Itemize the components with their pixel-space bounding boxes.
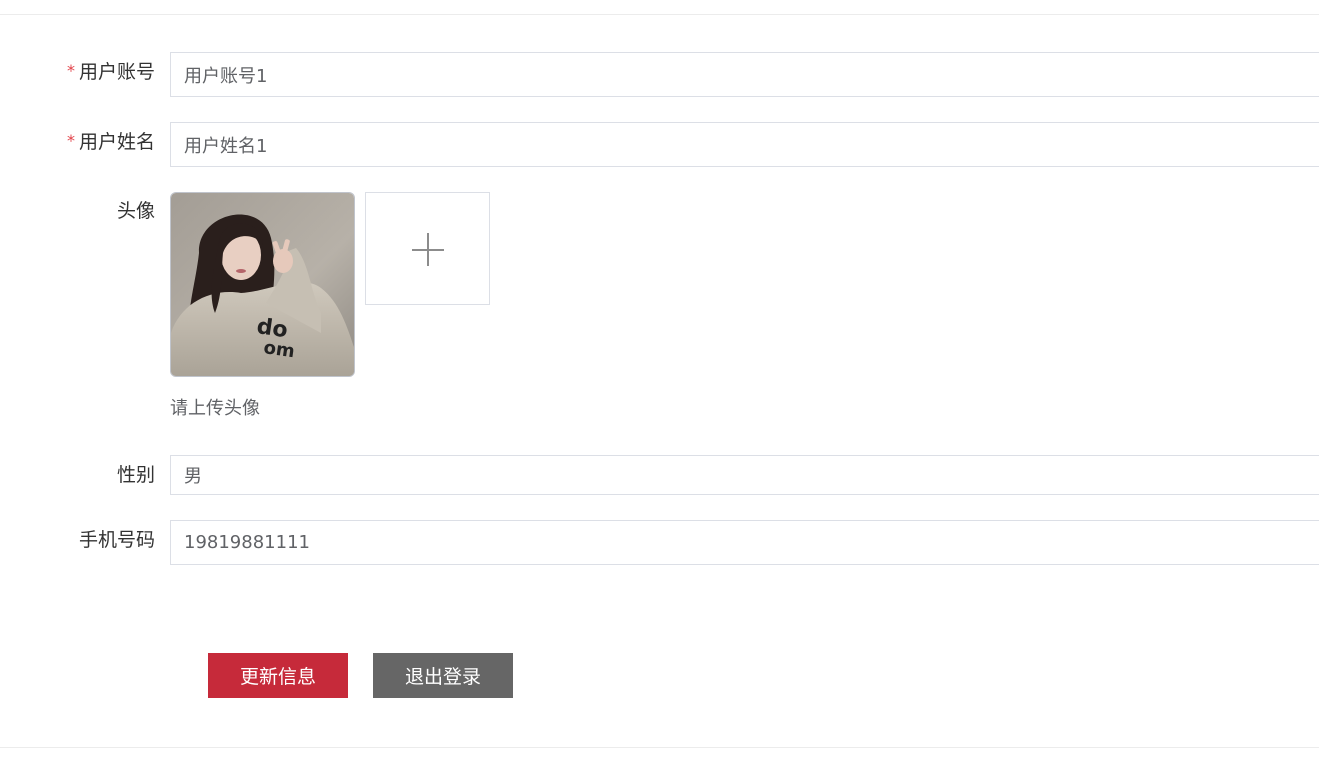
top-divider xyxy=(0,14,1319,15)
name-label-text: 用户姓名 xyxy=(78,131,155,153)
account-required-mark: * xyxy=(66,61,75,80)
avatar-hint: 请上传头像 xyxy=(170,398,260,419)
logout-button[interactable]: 退出登录 xyxy=(373,653,513,698)
account-label: * 用户账号 xyxy=(67,60,155,85)
avatar-photo: do om xyxy=(171,193,354,376)
account-input[interactable] xyxy=(170,52,1319,97)
gender-input[interactable] xyxy=(170,455,1319,495)
name-label: * 用户姓名 xyxy=(67,130,155,155)
phone-label: 手机号码 xyxy=(78,529,155,551)
bottom-divider xyxy=(0,747,1319,748)
name-required-mark: * xyxy=(66,131,75,150)
avatar-label: 头像 xyxy=(116,200,155,222)
avatar-image[interactable]: do om xyxy=(170,192,355,377)
name-input[interactable] xyxy=(170,122,1319,167)
gender-label: 性别 xyxy=(116,464,155,486)
phone-input[interactable] xyxy=(170,520,1319,565)
avatar-upload-button[interactable] xyxy=(365,192,490,305)
svg-text:om: om xyxy=(262,337,296,362)
update-info-button[interactable]: 更新信息 xyxy=(208,653,348,698)
profile-page: *用户账号 *用户姓名 头像 xyxy=(0,0,1319,758)
account-label-text: 用户账号 xyxy=(78,61,155,83)
plus-icon-vertical xyxy=(427,233,429,266)
